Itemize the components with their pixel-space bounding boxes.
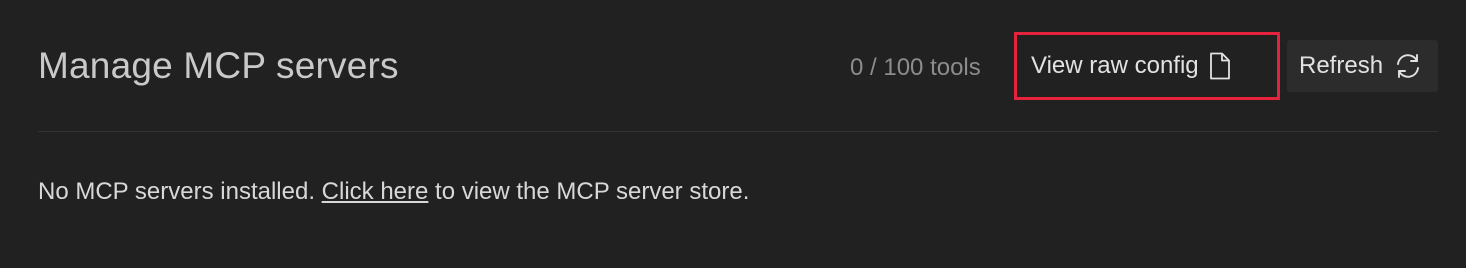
view-raw-config-button[interactable]: View raw config (1014, 32, 1280, 100)
empty-state-message: No MCP servers installed. Click here to … (38, 178, 749, 206)
section-divider (38, 131, 1438, 132)
empty-state-prefix: No MCP servers installed. (38, 178, 322, 205)
refresh-label: Refresh (1299, 52, 1384, 79)
view-raw-config-label: View raw config (1031, 52, 1199, 79)
tool-count-label: 0 / 100 tools (850, 54, 981, 81)
server-store-link[interactable]: Click here (322, 178, 429, 205)
mcp-servers-panel: Manage MCP servers 0 / 100 tools View ra… (0, 0, 1466, 268)
panel-header: Manage MCP servers 0 / 100 tools View ra… (38, 32, 1438, 100)
file-icon (1209, 52, 1231, 80)
refresh-icon (1393, 51, 1423, 81)
refresh-button[interactable]: Refresh (1287, 40, 1438, 92)
page-title: Manage MCP servers (38, 45, 399, 86)
empty-state-suffix: to view the MCP server store. (428, 178, 750, 205)
